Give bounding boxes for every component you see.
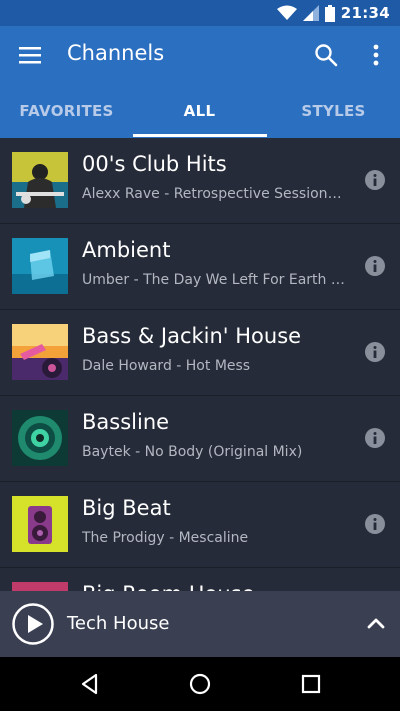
info-icon[interactable] [365,342,385,362]
more-options-icon[interactable] [366,42,386,68]
info-icon[interactable] [365,170,385,190]
channel-artwork [12,238,68,294]
status-bar: 21:34 [0,0,400,26]
home-icon[interactable] [188,672,212,696]
back-icon[interactable] [78,672,102,696]
tab-all[interactable]: ALL [133,84,266,138]
channel-artwork [12,496,68,552]
channel-row-bass-jackin-house[interactable]: Bass & Jackin' House Dale Howard - Hot M… [0,310,400,396]
battery-icon [324,4,335,22]
tab-bar: FAVORITES ALL STYLES [0,84,400,138]
cell-signal-icon [302,5,319,21]
channel-now-playing: Alexx Rave - Retrospective Sessions (L..… [82,186,347,202]
channel-artwork [12,152,68,208]
channel-artwork [12,410,68,466]
channel-now-playing: The Prodigy - Mescaline [82,530,249,546]
status-icons: 21:34 [276,4,390,22]
channel-now-playing: Baytek - No Body (Original Mix) [82,444,303,460]
info-icon[interactable] [365,428,385,448]
tab-favorites[interactable]: FAVORITES [0,84,133,138]
search-icon[interactable] [313,42,339,68]
menu-icon[interactable] [18,43,42,67]
channel-title: Ambient [82,238,171,262]
channel-row-big-beat[interactable]: Big Beat The Prodigy - Mescaline [0,482,400,568]
now-playing-title: Tech House [67,613,170,634]
channel-list[interactable]: 00's Club Hits Alexx Rave - Retrospectiv… [0,138,400,591]
recents-icon[interactable] [299,672,323,696]
channel-row-big-room-house[interactable]: Big Room House [0,568,400,591]
system-nav-bar [0,657,400,711]
status-time: 21:34 [340,4,390,22]
channel-row-ambient[interactable]: Ambient Umber - The Day We Left For Eart… [0,224,400,310]
channel-title: 00's Club Hits [82,152,227,176]
channel-row-bassline[interactable]: Bassline Baytek - No Body (Original Mix) [0,396,400,482]
info-icon[interactable] [365,256,385,276]
chevron-up-icon[interactable] [366,615,386,631]
now-playing-bar[interactable]: Tech House [0,591,400,657]
channel-title: Big Room House [82,582,255,591]
play-icon[interactable] [12,603,54,645]
channel-now-playing: Umber - The Day We Left For Earth (N... [82,272,347,288]
channel-title: Bass & Jackin' House [82,324,302,348]
app-bar: Channels [0,26,400,84]
channel-artwork [12,324,68,380]
channel-row-00s-club-hits[interactable]: 00's Club Hits Alexx Rave - Retrospectiv… [0,138,400,224]
channel-title: Big Beat [82,496,171,520]
wifi-icon [276,5,297,20]
active-tab-indicator [133,134,267,137]
info-icon[interactable] [365,514,385,534]
page-title: Channels [67,41,165,65]
channel-title: Bassline [82,410,170,434]
channel-now-playing: Dale Howard - Hot Mess [82,358,251,374]
channel-artwork [12,582,68,591]
tab-styles[interactable]: STYLES [267,84,400,138]
